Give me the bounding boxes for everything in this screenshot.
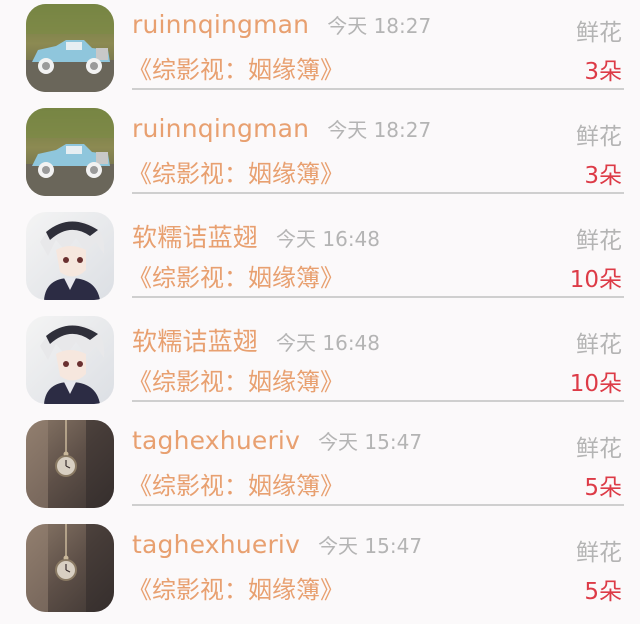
- list-item[interactable]: ruinnqingman 今天 18:27 鲜花 《综影视：姻缘簿》 3朵: [0, 104, 640, 208]
- username[interactable]: 软糯诘蓝翅: [132, 322, 258, 358]
- gift-count: 5朵: [584, 579, 622, 605]
- timestamp: 今天 18:27: [327, 14, 432, 38]
- pocket-watch-avatar[interactable]: [26, 524, 114, 612]
- gift-type: 鲜花: [576, 124, 622, 150]
- anime-boy-avatar[interactable]: [26, 316, 114, 404]
- vintage-car-avatar[interactable]: [26, 108, 114, 196]
- book-title-link[interactable]: 《综影视：姻缘簿》: [128, 466, 344, 501]
- gift-type: 鲜花: [576, 540, 622, 566]
- username[interactable]: taghexhueriv: [132, 530, 300, 559]
- gift-type: 鲜花: [576, 436, 622, 462]
- username[interactable]: taghexhueriv: [132, 426, 300, 455]
- timestamp: 今天 15:47: [318, 430, 423, 454]
- timestamp: 今天 18:27: [327, 118, 432, 142]
- divider: [132, 296, 624, 298]
- anime-boy-avatar[interactable]: [26, 212, 114, 300]
- timestamp: 今天 15:47: [318, 534, 423, 558]
- list-item[interactable]: taghexhueriv 今天 15:47 鲜花 《综影视：姻缘簿》 5朵: [0, 416, 640, 520]
- divider: [132, 192, 624, 194]
- list-item[interactable]: 软糯诘蓝翅 今天 16:48 鲜花 《综影视：姻缘簿》 10朵: [0, 208, 640, 312]
- list-item[interactable]: taghexhueriv 今天 15:47 鲜花 《综影视：姻缘簿》 5朵: [0, 520, 640, 624]
- pocket-watch-avatar[interactable]: [26, 420, 114, 508]
- gift-type: 鲜花: [576, 332, 622, 358]
- gift-type: 鲜花: [576, 20, 622, 46]
- list-item[interactable]: ruinnqingman 今天 18:27 鲜花 《综影视：姻缘簿》 3朵: [0, 0, 640, 104]
- gift-count: 5朵: [584, 475, 622, 501]
- divider: [132, 88, 624, 90]
- username[interactable]: ruinnqingman: [132, 10, 309, 39]
- book-title-link[interactable]: 《综影视：姻缘簿》: [128, 362, 344, 397]
- gift-count: 10朵: [569, 267, 622, 293]
- timestamp: 今天 16:48: [276, 331, 381, 355]
- vintage-car-avatar[interactable]: [26, 4, 114, 92]
- list-item[interactable]: 软糯诘蓝翅 今天 16:48 鲜花 《综影视：姻缘簿》 10朵: [0, 312, 640, 416]
- username[interactable]: ruinnqingman: [132, 114, 309, 143]
- timestamp: 今天 16:48: [276, 227, 381, 251]
- gift-type: 鲜花: [576, 228, 622, 254]
- gift-count: 3朵: [584, 59, 622, 85]
- book-title-link[interactable]: 《综影视：姻缘簿》: [128, 154, 344, 189]
- book-title-link[interactable]: 《综影视：姻缘簿》: [128, 50, 344, 85]
- book-title-link[interactable]: 《综影视：姻缘簿》: [128, 570, 344, 605]
- divider: [132, 400, 624, 402]
- book-title-link[interactable]: 《综影视：姻缘簿》: [128, 258, 344, 293]
- gift-count: 10朵: [569, 371, 622, 397]
- divider: [132, 504, 624, 506]
- username[interactable]: 软糯诘蓝翅: [132, 218, 258, 254]
- gift-count: 3朵: [584, 163, 622, 189]
- flower-gift-list: ruinnqingman 今天 18:27 鲜花 《综影视：姻缘簿》 3朵 ru…: [0, 0, 640, 612]
